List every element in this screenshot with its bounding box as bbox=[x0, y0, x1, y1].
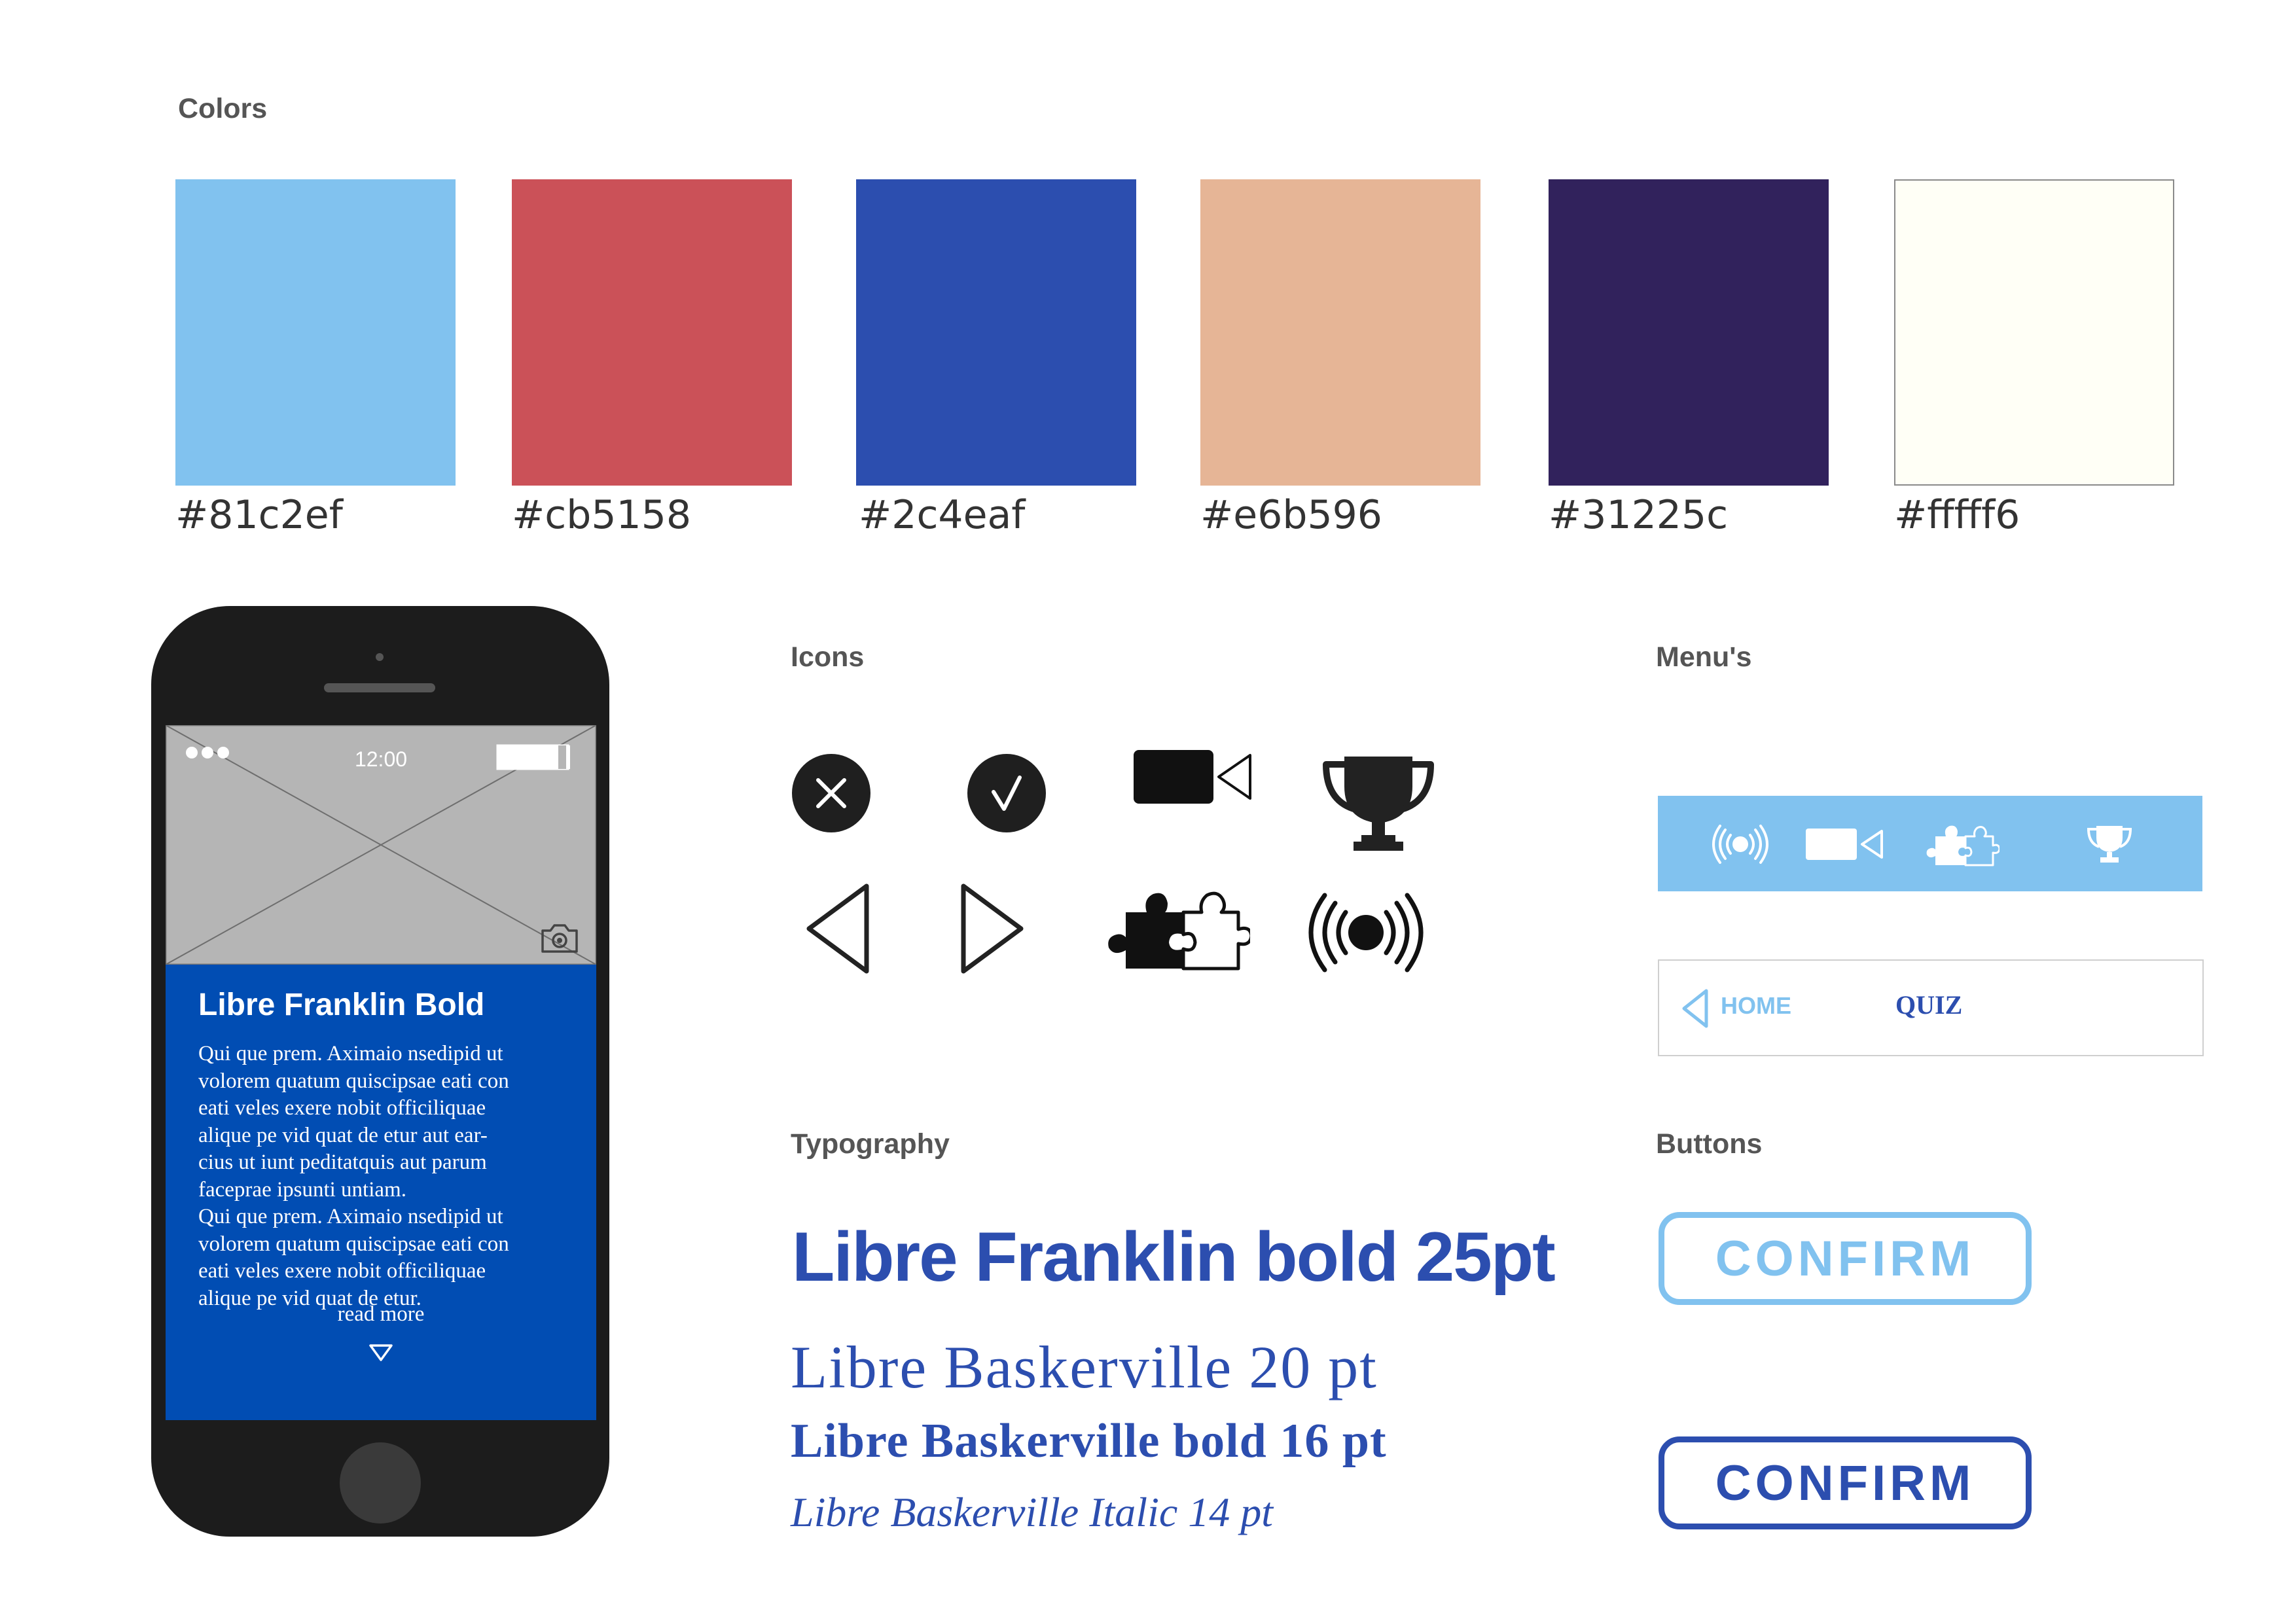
trophy-icon[interactable] bbox=[2086, 823, 2133, 865]
puzzle-icon[interactable] bbox=[1921, 822, 2000, 868]
color-label: #2c4eaf bbox=[859, 492, 1026, 538]
confirm-button-light[interactable]: CONFIRM bbox=[1659, 1212, 2032, 1305]
color-label: #e6b596 bbox=[1200, 492, 1382, 538]
phone-body-text: Qui que prem. Aximaio nsedipid ut volore… bbox=[198, 1042, 509, 1310]
chevron-down-icon[interactable] bbox=[368, 1343, 394, 1363]
phone-speaker bbox=[324, 683, 435, 692]
arrow-left-icon[interactable] bbox=[1680, 988, 1710, 1029]
color-label: #fffff6 bbox=[1894, 492, 2020, 538]
check-icon bbox=[967, 754, 1046, 832]
read-more-link[interactable]: read more bbox=[166, 1302, 596, 1327]
video-camera-icon bbox=[1134, 750, 1251, 804]
arrow-right-icon bbox=[961, 883, 1024, 974]
trophy-icon bbox=[1323, 757, 1434, 851]
color-swatch-cream bbox=[1894, 179, 2174, 486]
phone-heading: Libre Franklin Bold bbox=[198, 988, 485, 1022]
text-nav-menu: HOME QUIZ bbox=[1658, 959, 2204, 1056]
nav-quiz-link[interactable]: QUIZ bbox=[1895, 990, 1962, 1020]
color-swatch-peach bbox=[1200, 179, 1480, 486]
broadcast-icon[interactable] bbox=[1712, 825, 1769, 864]
battery-icon bbox=[496, 744, 570, 770]
buttons-title: Buttons bbox=[1656, 1128, 1763, 1160]
broadcast-icon bbox=[1308, 893, 1424, 972]
typography-franklin-sample: Libre Franklin bold 25pt bbox=[792, 1217, 1556, 1296]
color-swatch-blue bbox=[856, 179, 1136, 486]
menus-title: Menu's bbox=[1656, 641, 1752, 673]
icon-menu-bar bbox=[1658, 796, 2202, 891]
phone-mockup: 12:00 Libre Franklin Bold Qui que prem. … bbox=[151, 606, 609, 1537]
color-label: #31225c bbox=[1549, 492, 1729, 538]
color-swatch-dark-purple bbox=[1549, 179, 1829, 486]
color-label: #81c2ef bbox=[175, 492, 343, 538]
camera-icon[interactable] bbox=[539, 921, 581, 955]
icons-title: Icons bbox=[791, 641, 865, 673]
phone-screen: 12:00 Libre Franklin Bold Qui que prem. … bbox=[166, 725, 596, 1420]
puzzle-icon bbox=[1108, 891, 1250, 971]
color-swatch-red bbox=[512, 179, 792, 486]
confirm-button-dark[interactable]: CONFIRM bbox=[1659, 1436, 2032, 1529]
color-swatch-light-blue bbox=[175, 179, 456, 486]
color-label: #cb5158 bbox=[512, 492, 692, 538]
colors-title: Colors bbox=[178, 93, 268, 124]
typography-title: Typography bbox=[791, 1128, 950, 1160]
typography-baskerville-bold-sample: Libre Baskerville bold 16 pt bbox=[791, 1414, 1387, 1468]
arrow-left-icon bbox=[806, 883, 869, 974]
camera-dot bbox=[376, 653, 384, 661]
image-placeholder: 12:00 bbox=[166, 725, 596, 965]
nav-home-link[interactable]: HOME bbox=[1721, 992, 1791, 1020]
typography-baskerville-20-sample: Libre Baskerville 20 pt bbox=[791, 1334, 1378, 1400]
video-camera-icon[interactable] bbox=[1804, 826, 1884, 863]
phone-home-button[interactable] bbox=[340, 1442, 421, 1524]
close-icon bbox=[792, 754, 870, 832]
typography-baskerville-italic-sample: Libre Baskerville Italic 14 pt bbox=[791, 1489, 1274, 1535]
